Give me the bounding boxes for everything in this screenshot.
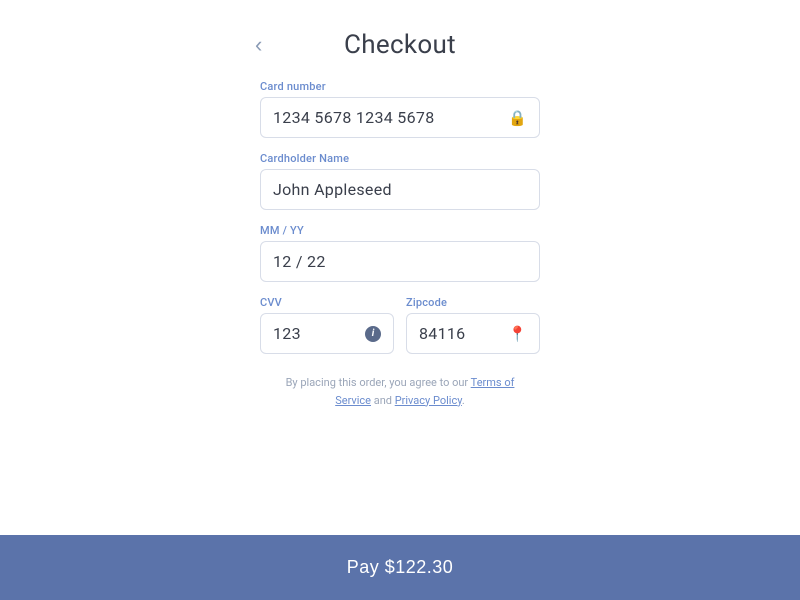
cardholder-name-input-wrapper[interactable]: John Appleseed xyxy=(260,169,540,210)
back-icon: ‹ xyxy=(255,32,262,57)
page-header: ‹ Checkout xyxy=(0,0,800,80)
zipcode-value: 84116 xyxy=(419,324,465,343)
card-number-label: Card number xyxy=(260,80,540,93)
pay-button[interactable]: Pay $122.30 xyxy=(0,535,800,600)
lock-icon: 🔒 xyxy=(508,109,527,127)
cvv-value: 123 xyxy=(273,324,301,343)
cardholder-name-field[interactable]: Cardholder Name John Appleseed xyxy=(260,152,540,210)
checkout-page: ‹ Checkout Card number 1234 5678 1234 56… xyxy=(0,0,800,600)
cardholder-name-label: Cardholder Name xyxy=(260,152,540,165)
cvv-input-wrapper[interactable]: 123 i xyxy=(260,313,394,354)
terms-prefix: By placing this order, you agree to our xyxy=(286,376,471,389)
privacy-policy-link[interactable]: Privacy Policy xyxy=(395,394,462,407)
card-number-field[interactable]: Card number 1234 5678 1234 5678 🔒 xyxy=(260,80,540,138)
back-button[interactable]: ‹ xyxy=(255,34,262,56)
terms-text: By placing this order, you agree to our … xyxy=(260,374,540,409)
cvv-zip-row: CVV 123 i Zipcode 84116 📍 xyxy=(260,296,540,354)
terms-suffix: . xyxy=(462,394,465,407)
zipcode-label: Zipcode xyxy=(406,296,540,309)
expiry-label: MM / YY xyxy=(260,224,540,237)
expiry-value: 12 / 22 xyxy=(273,252,326,271)
info-icon: i xyxy=(365,326,381,342)
expiry-input-wrapper[interactable]: 12 / 22 xyxy=(260,241,540,282)
checkout-form: Card number 1234 5678 1234 5678 🔒 Cardho… xyxy=(260,80,540,409)
cvv-field[interactable]: CVV 123 i xyxy=(260,296,394,354)
pin-icon: 📍 xyxy=(508,325,527,343)
card-number-value: 1234 5678 1234 5678 xyxy=(273,108,434,127)
cardholder-name-value: John Appleseed xyxy=(273,180,392,199)
expiry-field[interactable]: MM / YY 12 / 22 xyxy=(260,224,540,282)
cvv-label: CVV xyxy=(260,296,394,309)
card-number-input-wrapper[interactable]: 1234 5678 1234 5678 🔒 xyxy=(260,97,540,138)
terms-conjunction: and xyxy=(371,394,395,407)
zipcode-field[interactable]: Zipcode 84116 📍 xyxy=(406,296,540,354)
zipcode-input-wrapper[interactable]: 84116 📍 xyxy=(406,313,540,354)
page-title: Checkout xyxy=(344,30,456,60)
